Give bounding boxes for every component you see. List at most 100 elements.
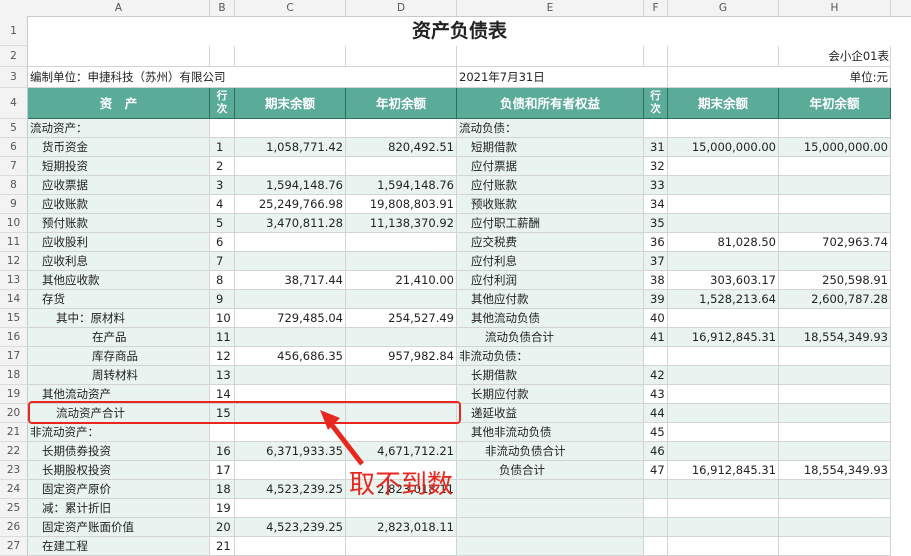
cell-c[interactable]: 729,485.04 [235, 309, 346, 328]
cell-g[interactable]: 16,912,845.31 [668, 328, 779, 347]
cell-h[interactable] [779, 366, 891, 385]
cell-e[interactable] [457, 480, 644, 499]
cell-c[interactable] [235, 157, 346, 176]
cell-d[interactable] [346, 328, 457, 347]
cell-e[interactable]: 应付利息 [457, 252, 644, 271]
row-header[interactable]: 9 [0, 195, 28, 214]
row-header[interactable]: 19 [0, 385, 28, 404]
cell-h[interactable] [779, 214, 891, 233]
cell-f[interactable] [644, 347, 668, 366]
cell-f[interactable]: 38 [644, 271, 668, 290]
cell-d[interactable] [346, 252, 457, 271]
cell-g[interactable]: 81,028.50 [668, 233, 779, 252]
cell-b[interactable]: 12 [210, 347, 235, 366]
cell-e[interactable]: 预收账款 [457, 195, 644, 214]
cell-h[interactable] [779, 195, 891, 214]
cell-f[interactable] [644, 119, 668, 138]
cell-g[interactable] [668, 214, 779, 233]
cell-e[interactable] [457, 499, 644, 518]
cell-d[interactable]: 11,138,370.92 [346, 214, 457, 233]
cell-b[interactable]: 5 [210, 214, 235, 233]
cell-f[interactable] [644, 499, 668, 518]
cell-g[interactable] [668, 385, 779, 404]
cell-a[interactable]: 长期债券投资 [28, 442, 210, 461]
row-header[interactable]: 18 [0, 366, 28, 385]
row-header[interactable]: 16 [0, 328, 28, 347]
cell-h[interactable] [779, 309, 891, 328]
cell-e[interactable]: 非流动负债： [457, 347, 644, 366]
cell-d[interactable]: 957,982.84 [346, 347, 457, 366]
row-header[interactable]: 23 [0, 461, 28, 480]
cell-e[interactable]: 应交税费 [457, 233, 644, 252]
cell-g[interactable] [668, 119, 779, 138]
cell-e[interactable]: 流动负债合计 [457, 328, 644, 347]
cell-h[interactable] [779, 176, 891, 195]
cell-d[interactable] [346, 233, 457, 252]
cell-c[interactable] [235, 290, 346, 309]
cell-b[interactable]: 8 [210, 271, 235, 290]
cell-b[interactable]: 4 [210, 195, 235, 214]
cell-g[interactable] [668, 157, 779, 176]
cell-d[interactable] [346, 290, 457, 309]
cell-a[interactable]: 减：累计折旧 [28, 499, 210, 518]
row-header[interactable]: 17 [0, 347, 28, 366]
row-header[interactable]: 10 [0, 214, 28, 233]
cell-g[interactable] [668, 366, 779, 385]
cell-c[interactable]: 456,686.35 [235, 347, 346, 366]
cell-a[interactable]: 应收票据 [28, 176, 210, 195]
cell-g[interactable] [668, 309, 779, 328]
cell-a[interactable]: 预付账款 [28, 214, 210, 233]
cell-h[interactable] [779, 499, 891, 518]
cell-c[interactable]: 4,523,239.25 [235, 518, 346, 537]
cell-g[interactable]: 1,528,213.64 [668, 290, 779, 309]
cell-d[interactable]: 21,410.00 [346, 271, 457, 290]
cell-e[interactable]: 其他应付款 [457, 290, 644, 309]
cell-b[interactable]: 6 [210, 233, 235, 252]
column-header-g[interactable]: G [668, 0, 779, 16]
row-header[interactable]: 20 [0, 404, 28, 423]
cell-e[interactable]: 其他非流动负债 [457, 423, 644, 442]
cell-f[interactable]: 36 [644, 233, 668, 252]
cell-e[interactable] [457, 537, 644, 556]
cell-c[interactable] [235, 233, 346, 252]
cell-a[interactable]: 存货 [28, 290, 210, 309]
cell-h[interactable] [779, 157, 891, 176]
cell-f[interactable]: 47 [644, 461, 668, 480]
cell-c[interactable]: 1,594,148.76 [235, 176, 346, 195]
cell-c[interactable] [235, 328, 346, 347]
cell-h[interactable] [779, 442, 891, 461]
cell-e[interactable]: 短期借款 [457, 138, 644, 157]
cell-g[interactable]: 16,912,845.31 [668, 461, 779, 480]
cell-e[interactable]: 应付职工薪酬 [457, 214, 644, 233]
cell-f[interactable]: 41 [644, 328, 668, 347]
cell-h[interactable] [779, 423, 891, 442]
row-header[interactable]: 3 [0, 67, 28, 88]
cell-b[interactable]: 20 [210, 518, 235, 537]
cell-b[interactable]: 9 [210, 290, 235, 309]
cell[interactable] [346, 46, 457, 67]
cell-h[interactable] [779, 537, 891, 556]
cell-a[interactable]: 短期投资 [28, 157, 210, 176]
cell-f[interactable] [644, 537, 668, 556]
cell-a[interactable]: 货币资金 [28, 138, 210, 157]
column-header-f[interactable]: F [644, 0, 668, 16]
cell-a[interactable]: 库存商品 [28, 347, 210, 366]
cell-h[interactable] [779, 518, 891, 537]
cell-b[interactable]: 2 [210, 157, 235, 176]
cell-b[interactable]: 19 [210, 499, 235, 518]
cell-g[interactable] [668, 499, 779, 518]
cell[interactable] [210, 46, 235, 67]
cell-g[interactable] [668, 176, 779, 195]
cell-a[interactable]: 应收股利 [28, 233, 210, 252]
cell-e[interactable]: 递延收益 [457, 404, 644, 423]
cell-a[interactable]: 应收利息 [28, 252, 210, 271]
cell-e[interactable]: 负债合计 [457, 461, 644, 480]
cell-g[interactable] [668, 404, 779, 423]
row-header[interactable]: 15 [0, 309, 28, 328]
row-header[interactable]: 12 [0, 252, 28, 271]
cell-b[interactable]: 7 [210, 252, 235, 271]
cell-e[interactable]: 应付利润 [457, 271, 644, 290]
column-header-b[interactable]: B [210, 0, 235, 16]
cell-f[interactable] [644, 518, 668, 537]
cell-d[interactable]: 254,527.49 [346, 309, 457, 328]
